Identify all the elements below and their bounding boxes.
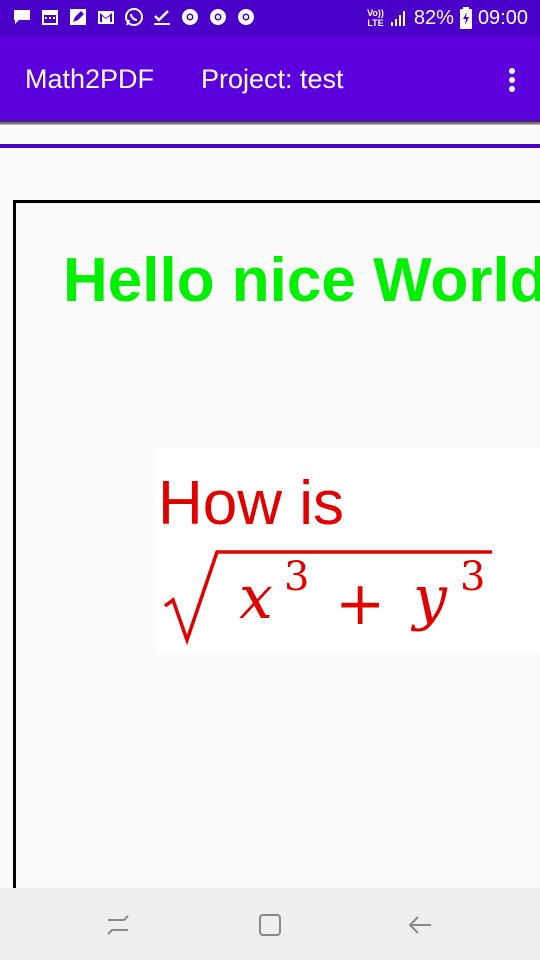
volte-badge: Vo)) (367, 8, 384, 18)
lte-badge: LTE (367, 18, 384, 28)
svg-text:3: 3 (284, 554, 309, 600)
project-title: Project: test (201, 64, 344, 94)
home-icon[interactable] (255, 910, 285, 940)
math-block[interactable]: How is x 3 + y 3 (155, 448, 540, 654)
battery-charging-icon (459, 7, 472, 29)
volte-indicator: Vo)) LTE (367, 8, 384, 28)
overflow-menu-icon[interactable] (502, 66, 522, 94)
recents-icon[interactable] (104, 910, 134, 940)
gmail-icon (98, 11, 114, 24)
app-bar: Math2PDF Project: test (0, 36, 540, 122)
svg-text:3: 3 (460, 554, 485, 600)
back-icon[interactable] (405, 910, 435, 940)
navigation-bar (0, 888, 540, 960)
svg-text:+: + (335, 569, 385, 639)
app-bar-shadow (0, 121, 540, 125)
signal-icon (390, 11, 405, 26)
chrome-icon (238, 9, 254, 25)
app-title: Math2PDF (25, 64, 155, 94)
divider-line (0, 144, 540, 148)
chrome-icon (182, 9, 198, 25)
edit-icon (70, 9, 86, 25)
system-status: Vo)) LTE 82% 09:00 (367, 6, 528, 30)
calendar-icon (42, 10, 58, 25)
clock: 09:00 (477, 7, 528, 29)
notification-icons (12, 7, 256, 27)
chat-icon (14, 10, 30, 24)
formula-sqrt-x3-plus-y3: x 3 + y 3 (163, 550, 492, 646)
svg-text:x: x (239, 563, 273, 633)
status-bar: Vo)) LTE 82% 09:00 (0, 0, 540, 36)
svg-text:y: y (410, 563, 448, 633)
question-text: How is (158, 469, 345, 538)
document-page[interactable]: Hello nice World How is x 3 + y 3 (13, 200, 540, 903)
battery-percent: 82% (413, 7, 454, 29)
document-heading: Hello nice World (63, 246, 540, 315)
check-icon (154, 10, 170, 25)
chrome-icon (210, 9, 226, 25)
whatsapp-icon (125, 8, 143, 26)
